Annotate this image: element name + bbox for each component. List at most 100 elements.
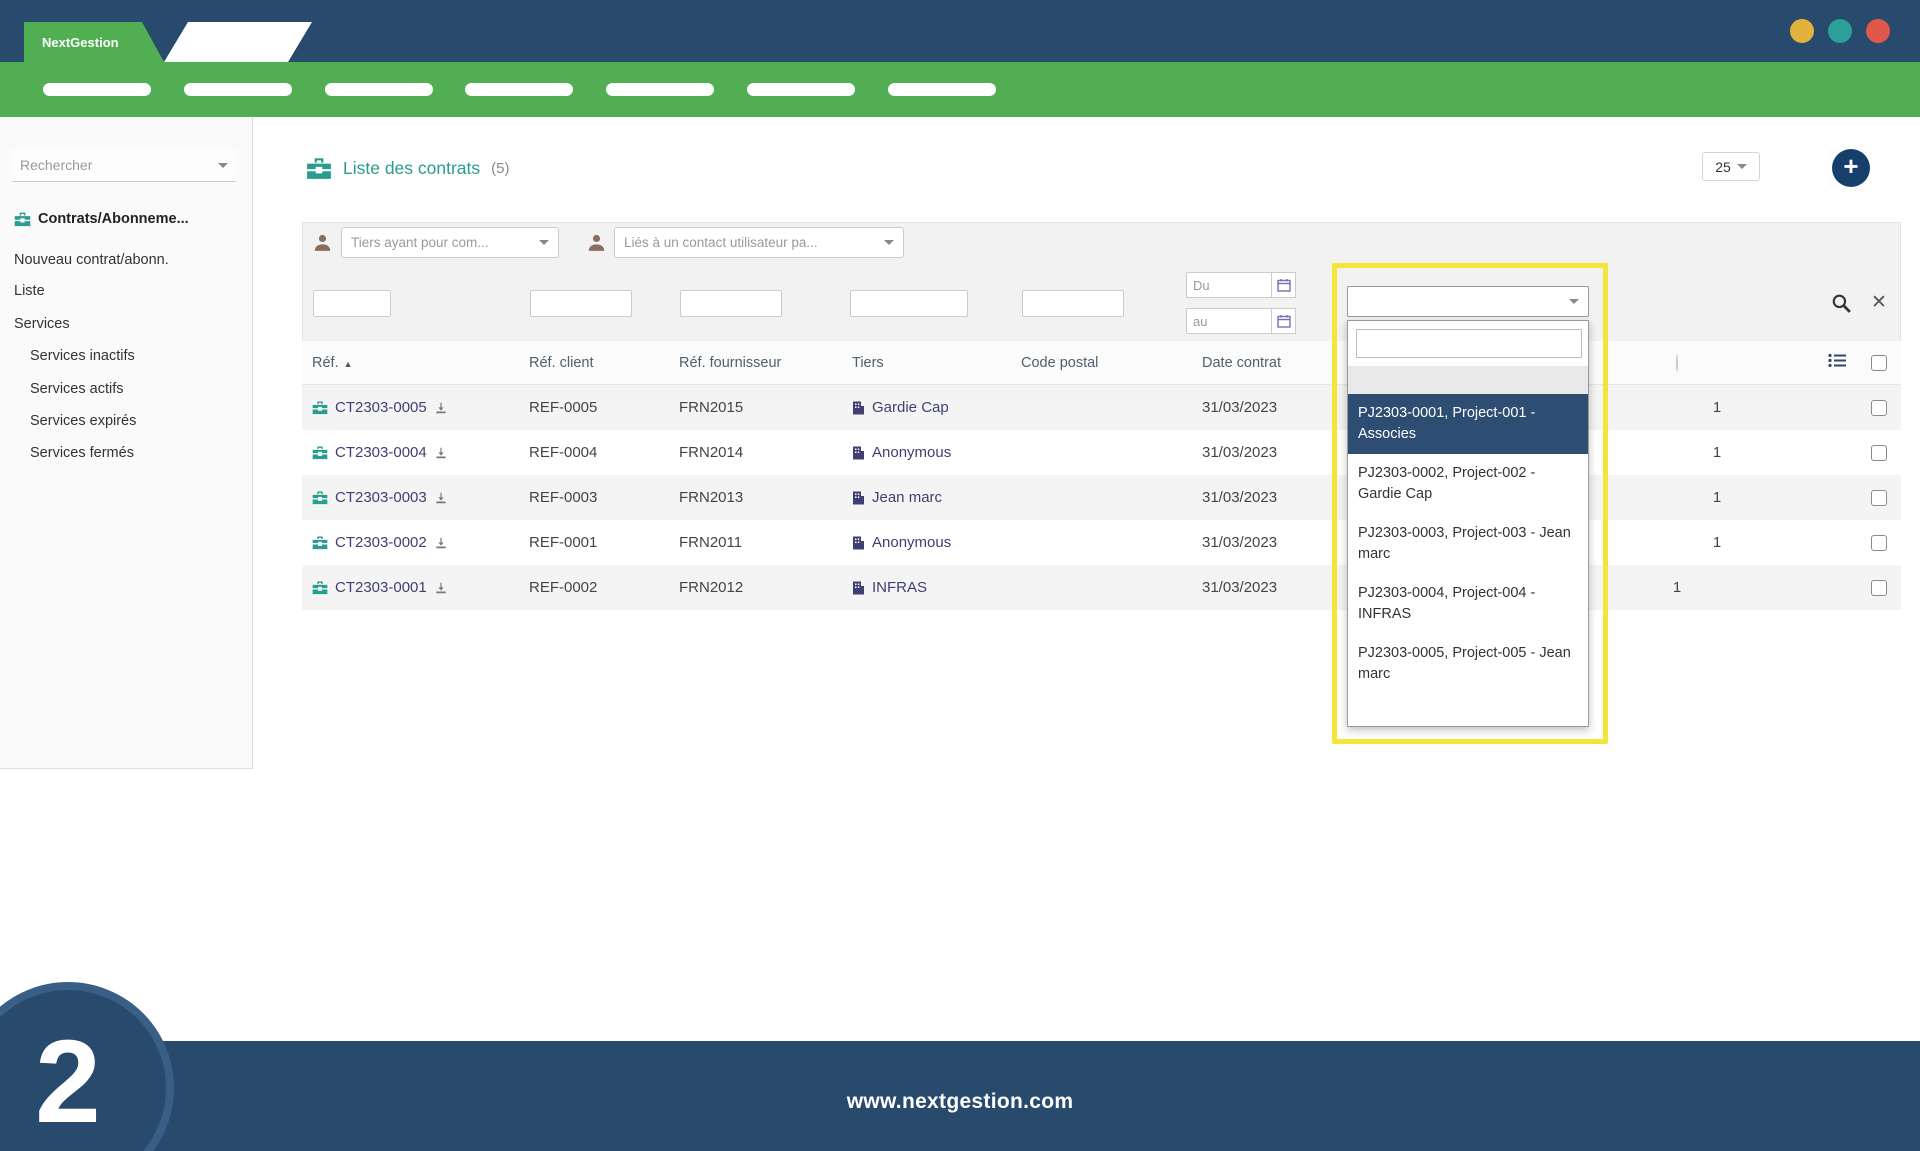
header-tiers[interactable]: Tiers (842, 355, 1011, 371)
tiers-filter-input[interactable] (850, 290, 968, 317)
sidebar-section-label: Contrats/Abonneme... (38, 211, 189, 227)
sidebar-section-contrats[interactable]: Contrats/Abonneme... (14, 211, 189, 227)
tiers-commercial-filter-select[interactable]: Tiers ayant pour com... (341, 227, 559, 258)
project-option[interactable]: PJ2303-0001, Project-001 - Associes (1348, 394, 1588, 454)
row-checkbox[interactable] (1871, 400, 1887, 416)
contract-icon (312, 535, 328, 550)
contract-ref-link[interactable]: CT2303-0002 (335, 534, 427, 551)
status-filter-inactive[interactable] (1676, 354, 1678, 372)
nav-pill[interactable] (465, 83, 573, 96)
count-active-cell: 1 (1697, 444, 1737, 461)
search-button[interactable] (1831, 293, 1852, 319)
sort-ascending-icon: ▲ (344, 359, 353, 369)
window-control-teal[interactable] (1828, 19, 1852, 43)
project-option[interactable]: PJ2303-0005, Project-005 - Jean marc (1348, 634, 1588, 694)
tiers-filter-placeholder: Tiers ayant pour com... (351, 235, 489, 250)
page-size-value: 25 (1715, 159, 1731, 175)
table-row[interactable]: CT2303-0004 REF-0004 FRN2014 Anonymous 3… (302, 430, 1901, 475)
ref-fournisseur-cell: FRN2013 (669, 489, 842, 506)
download-icon[interactable] (434, 401, 448, 415)
row-checkbox[interactable] (1871, 580, 1887, 596)
row-checkbox[interactable] (1871, 490, 1887, 506)
ref-client-cell: REF-0004 (519, 444, 669, 461)
contract-ref-link[interactable]: CT2303-0003 (335, 489, 427, 506)
calendar-button[interactable] (1272, 308, 1296, 334)
date-to-input[interactable] (1186, 308, 1272, 334)
nav-pill[interactable] (888, 83, 996, 96)
clear-filters-button[interactable]: ✕ (1871, 293, 1887, 313)
sidebar-item-services-actifs[interactable]: Services actifs (30, 374, 123, 404)
window-control-yellow[interactable] (1790, 19, 1814, 43)
sidebar-search-select[interactable]: Rechercher (12, 149, 236, 182)
chevron-down-icon (218, 163, 228, 168)
add-contract-button[interactable]: + (1832, 149, 1870, 187)
project-option[interactable]: PJ2303-0004, Project-004 - INFRAS (1348, 574, 1588, 634)
calendar-icon (1277, 314, 1291, 328)
nav-pill[interactable] (184, 83, 292, 96)
ref-fournisseur-cell: FRN2014 (669, 444, 842, 461)
tiers-link[interactable]: Gardie Cap (872, 399, 949, 416)
row-checkbox[interactable] (1871, 445, 1887, 461)
contract-icon (312, 580, 328, 595)
table-row[interactable]: CT2303-0003 REF-0003 FRN2013 Jean marc 3… (302, 475, 1901, 520)
calendar-icon (1277, 278, 1291, 292)
ref-client-filter-input[interactable] (530, 290, 632, 317)
sidebar-item-services-fermes[interactable]: Services fermés (30, 438, 134, 468)
contract-ref-link[interactable]: CT2303-0004 (335, 444, 427, 461)
sidebar-item-services-inactifs[interactable]: Services inactifs (30, 341, 135, 371)
brand-tab[interactable]: NextGestion (24, 22, 164, 62)
count-active-cell: 1 (1697, 399, 1737, 416)
contract-icon (312, 445, 328, 460)
tiers-link[interactable]: Jean marc (872, 489, 942, 506)
header-ref-fournisseur[interactable]: Réf. fournisseur (669, 355, 842, 371)
project-dropdown-search-input[interactable] (1356, 329, 1582, 358)
count-active-cell: 1 (1697, 534, 1737, 551)
contact-user-filter-select[interactable]: Liés à un contact utilisateur pa... (614, 227, 904, 258)
header-ref[interactable]: Réf.▲ (302, 355, 519, 371)
sidebar-item-services-expires[interactable]: Services expirés (30, 406, 136, 436)
date-from-input[interactable] (1186, 272, 1272, 298)
count-active-cell: 1 (1697, 489, 1737, 506)
nav-pill[interactable] (43, 83, 151, 96)
ref-filter-input[interactable] (313, 290, 391, 317)
sidebar-item-liste[interactable]: Liste (14, 276, 45, 306)
table-row[interactable]: CT2303-0001 REF-0002 FRN2012 INFRAS 31/0… (302, 565, 1901, 610)
download-icon[interactable] (434, 446, 448, 460)
contract-ref-link[interactable]: CT2303-0005 (335, 399, 427, 416)
table-row[interactable]: CT2303-0002 REF-0001 FRN2011 Anonymous 3… (302, 520, 1901, 565)
secondary-tab[interactable] (164, 22, 312, 62)
tiers-link[interactable]: INFRAS (872, 579, 927, 596)
nav-pill[interactable] (747, 83, 855, 96)
header-code-postal[interactable]: Code postal (1011, 355, 1192, 371)
sidebar-item-nouveau-contrat[interactable]: Nouveau contrat/abonn. (14, 245, 169, 275)
page-size-select[interactable]: 25 (1702, 152, 1760, 181)
project-option[interactable]: PJ2303-0003, Project-003 - Jean marc (1348, 514, 1588, 574)
sidebar-item-services[interactable]: Services (14, 309, 70, 339)
code-postal-filter-input[interactable] (1022, 290, 1124, 317)
building-icon (852, 536, 865, 550)
download-icon[interactable] (434, 536, 448, 550)
tiers-link[interactable]: Anonymous (872, 444, 951, 461)
header-date-contrat[interactable]: Date contrat (1192, 355, 1337, 371)
select-all-checkbox[interactable] (1871, 355, 1887, 371)
window-control-red[interactable] (1866, 19, 1890, 43)
table-row[interactable]: CT2303-0005 REF-0005 FRN2015 Gardie Cap … (302, 385, 1901, 430)
step-badge: 2 (0, 982, 174, 1151)
ref-fournisseur-filter-input[interactable] (680, 290, 782, 317)
project-filter-select[interactable] (1347, 286, 1589, 317)
contracts-table: Réf.▲ Réf. client Réf. fournisseur Tiers… (302, 341, 1901, 610)
calendar-button[interactable] (1272, 272, 1296, 298)
date-contrat-cell: 31/03/2023 (1192, 534, 1337, 551)
download-icon[interactable] (434, 581, 448, 595)
project-option[interactable]: PJ2303-0002, Project-002 - Gardie Cap (1348, 454, 1588, 514)
list-view-button[interactable] (1817, 353, 1857, 372)
nav-pill[interactable] (606, 83, 714, 96)
project-option-empty[interactable] (1348, 366, 1588, 394)
header-ref-client[interactable]: Réf. client (519, 355, 669, 371)
nav-pill[interactable] (325, 83, 433, 96)
contract-ref-link[interactable]: CT2303-0001 (335, 579, 427, 596)
row-checkbox[interactable] (1871, 535, 1887, 551)
chevron-down-icon (1737, 164, 1747, 169)
download-icon[interactable] (434, 491, 448, 505)
tiers-link[interactable]: Anonymous (872, 534, 951, 551)
